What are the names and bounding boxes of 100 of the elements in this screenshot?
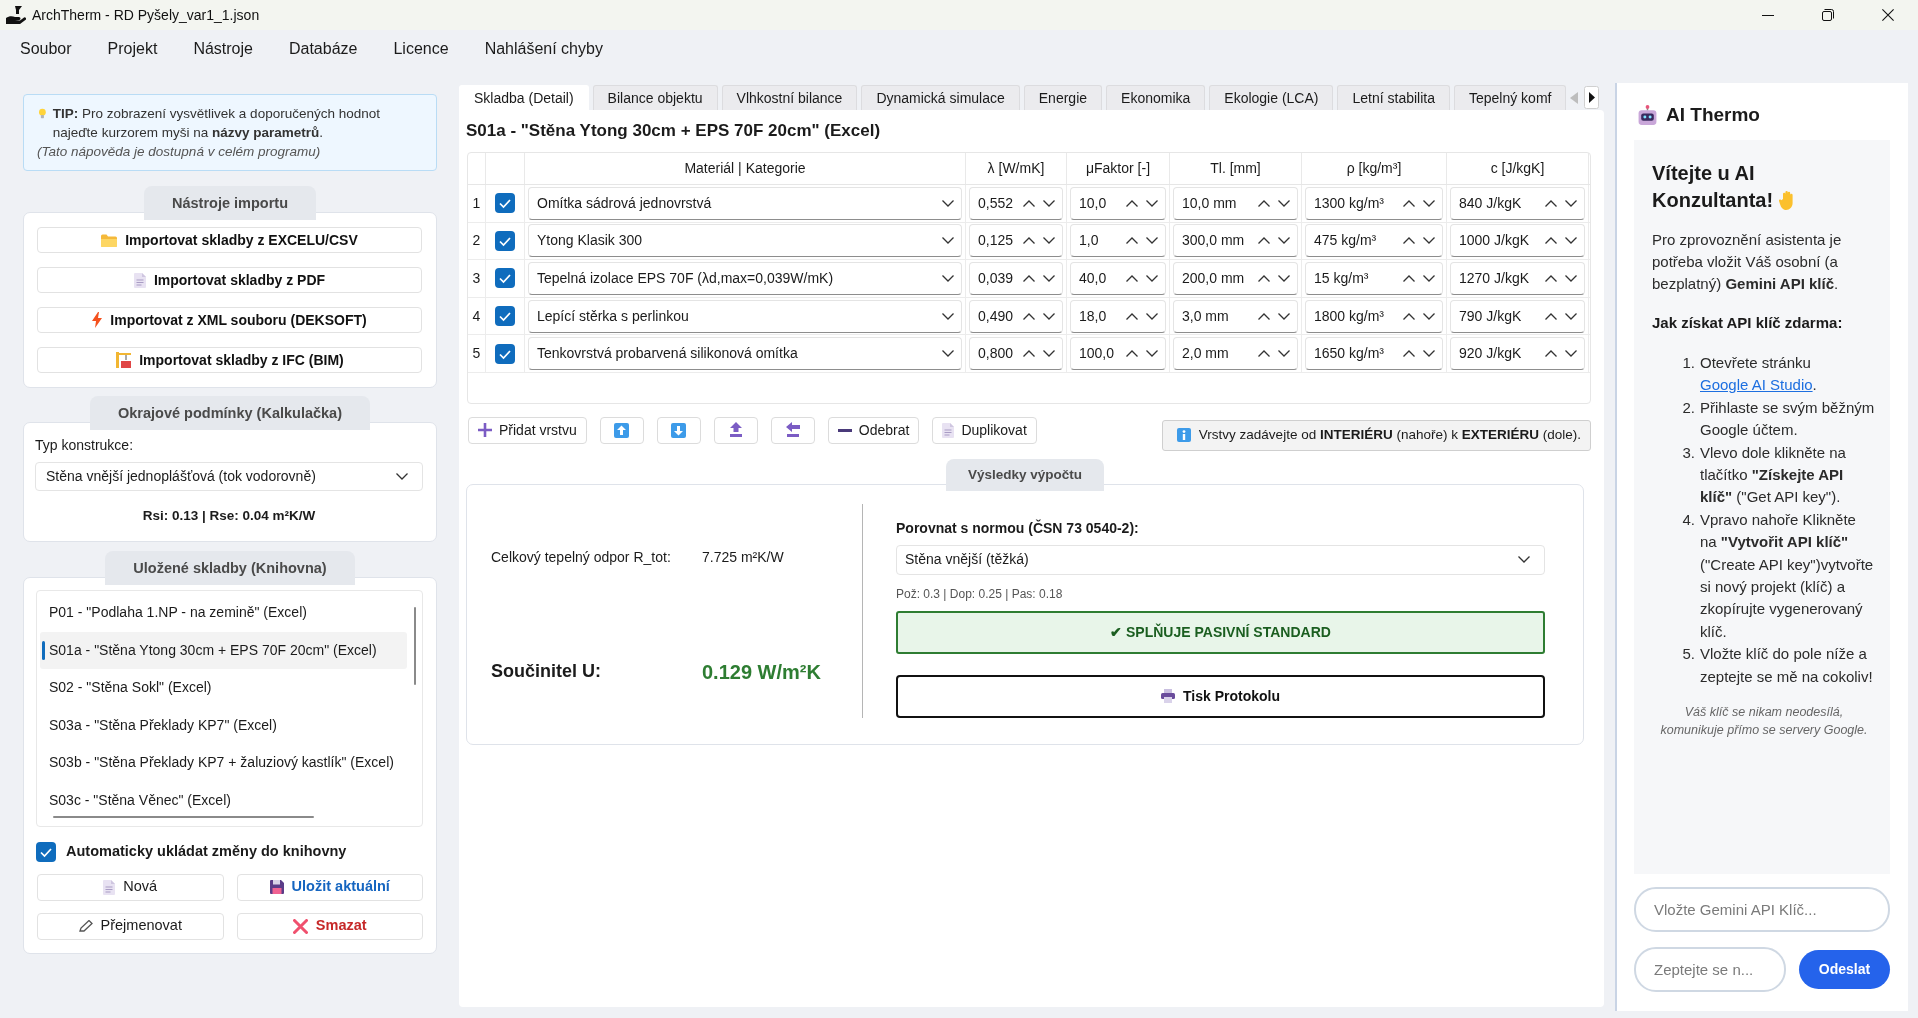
list-item[interactable]: P01 - "Podlaha 1.NP - na zemině" (Excel) [40, 594, 407, 632]
checkbox[interactable] [495, 230, 515, 251]
chevron-down-icon[interactable] [1043, 350, 1055, 358]
api-key-field[interactable]: Vložte Gemini API Klíč... [1634, 887, 1890, 932]
remove-button[interactable]: Odebrat [827, 416, 920, 444]
list-item[interactable]: S03a - "Stěna Překlady KP7" (Excel) [40, 706, 407, 744]
spin-field[interactable]: 0,800 [969, 337, 1063, 371]
material-dropdown[interactable]: Omítka sádrová jednovrstvá [528, 186, 962, 220]
spin-field[interactable]: 840 J/kgK [1450, 186, 1585, 220]
checkbox[interactable] [495, 343, 515, 364]
chevron-down-icon[interactable] [1146, 312, 1158, 320]
list-item[interactable]: S03b - "Stěna Překlady KP7 + žaluziový kastlík" (Excel) [40, 744, 407, 782]
list-item[interactable]: S03c - "Stěna Věnec" (Excel) [40, 781, 407, 819]
chevron-up-icon[interactable] [1023, 312, 1035, 320]
chevron-down-icon[interactable] [1565, 350, 1577, 358]
chevron-down-icon[interactable] [1278, 237, 1290, 245]
chevron-up-icon[interactable] [1545, 199, 1557, 207]
menu-item[interactable]: Databáze [270, 30, 376, 68]
import-button[interactable]: Importovat skladby z PDF [37, 267, 422, 293]
move-top-button[interactable] [713, 416, 758, 444]
link[interactable]: Google AI Studio [1700, 376, 1813, 394]
chevron-down-icon[interactable] [1146, 275, 1158, 282]
chevron-down-icon[interactable] [1565, 199, 1577, 207]
checkbox[interactable] [36, 841, 56, 862]
move-end-button[interactable] [770, 416, 815, 444]
chevron-up-icon[interactable] [1023, 350, 1035, 358]
spin-field[interactable]: 1300 kg/m³ [1305, 186, 1443, 220]
duplicate-button[interactable]: Duplikovat [932, 416, 1037, 444]
question-field[interactable]: Zeptejte se n... [1634, 947, 1786, 992]
chevron-up-icon[interactable] [1258, 312, 1270, 320]
add-layer-button[interactable]: Přidat vrstvu [468, 416, 587, 444]
save-button[interactable]: Uložit aktuální [236, 873, 423, 901]
checkbox[interactable] [495, 193, 515, 214]
chevron-down-icon[interactable] [1565, 312, 1577, 320]
delete-button[interactable]: Smazat [236, 912, 423, 940]
spin-field[interactable]: 0,125 [969, 224, 1063, 258]
menu-item[interactable]: Projekt [89, 30, 176, 68]
tab[interactable]: Bilance objektu [592, 85, 718, 110]
material-dropdown[interactable]: Ytong Klasik 300 [528, 224, 962, 258]
scrollbar[interactable] [53, 816, 314, 818]
menu-item[interactable]: Nahlášení chyby [466, 30, 621, 68]
send-button[interactable]: Odeslat [1799, 950, 1890, 989]
construction-select[interactable]: Stěna vnější jednoplášťová (tok vodorovně) [35, 462, 423, 491]
chevron-down-icon[interactable] [1423, 237, 1435, 245]
restore-icon[interactable] [1822, 9, 1834, 21]
tab[interactable]: Dynamická simulace [861, 85, 1020, 110]
material-dropdown[interactable]: Tenkovrstvá probarvená silikonová omítka [528, 337, 962, 371]
spin-field[interactable]: 1000 J/kgK [1450, 224, 1585, 258]
spin-field[interactable]: 920 J/kgK [1450, 337, 1585, 371]
spin-field[interactable]: 0,490 [969, 299, 1063, 333]
list-item[interactable]: S01a - "Stěna Ytong 30cm + EPS 70F 20cm" (Excel) [40, 631, 407, 669]
chevron-up-icon[interactable] [1403, 275, 1415, 282]
tab[interactable]: Letní stabilita [1337, 85, 1450, 110]
import-button[interactable]: Importovat skladby z IFC (BIM) [37, 347, 422, 373]
chevron-up-icon[interactable] [1023, 275, 1035, 282]
chevron-down-icon[interactable] [1278, 275, 1290, 282]
chevron-up-icon[interactable] [1258, 275, 1270, 282]
chevron-up-icon[interactable] [1403, 350, 1415, 358]
spin-field[interactable]: 100,0 [1070, 337, 1166, 371]
import-button[interactable]: Importovat skladby z EXCELU/CSV [37, 227, 422, 253]
chevron-up-icon[interactable] [1545, 275, 1557, 282]
chevron-down-icon[interactable] [1423, 275, 1435, 282]
chevron-down-icon[interactable] [1423, 350, 1435, 358]
list-item[interactable]: S02 - "Stěna Sokl" (Excel) [40, 669, 407, 707]
spin-field[interactable]: 1270 J/kgK [1450, 262, 1585, 295]
tab[interactable]: Energie [1023, 85, 1103, 110]
chevron-down-icon[interactable] [1146, 237, 1158, 245]
new-button[interactable]: Nová [37, 873, 224, 901]
tab[interactable]: Skladba (Detail) [459, 85, 589, 110]
spin-field[interactable]: 475 kg/m³ [1305, 224, 1443, 258]
norm-select[interactable]: Stěna vnější (těžká) [896, 544, 1545, 575]
chevron-down-icon[interactable] [1423, 312, 1435, 320]
menu-item[interactable]: Soubor [2, 30, 90, 68]
spin-field[interactable]: 10,0 [1070, 186, 1166, 220]
triangle-right-icon[interactable] [1584, 86, 1600, 109]
move-up-button[interactable] [599, 416, 644, 444]
spin-field[interactable]: 1650 kg/m³ [1305, 337, 1443, 371]
checkbox[interactable] [495, 306, 515, 327]
rename-button[interactable]: Přejmenovat [37, 912, 224, 940]
import-button[interactable]: Importovat z XML souboru (DEKSOFT) [37, 307, 422, 333]
chevron-down-icon[interactable] [1423, 199, 1435, 207]
chevron-up-icon[interactable] [1545, 350, 1557, 358]
material-dropdown[interactable]: Tepelná izolace EPS 70F (λd,max=0,039W/mK) [528, 262, 962, 295]
spin-field[interactable]: 790 J/kgK [1450, 299, 1585, 333]
spin-field[interactable]: 1800 kg/m³ [1305, 299, 1443, 333]
chevron-down-icon[interactable] [1565, 275, 1577, 282]
menu-item[interactable]: Licence [375, 30, 467, 68]
spin-field[interactable]: 2,0 mm [1173, 337, 1298, 371]
chevron-up-icon[interactable] [1023, 199, 1035, 207]
tab[interactable]: Tepelný komf [1453, 85, 1567, 110]
spin-field[interactable]: 18,0 [1070, 299, 1166, 333]
tab[interactable]: Ekonomika [1106, 85, 1206, 110]
chevron-up-icon[interactable] [1403, 199, 1415, 207]
chevron-up-icon[interactable] [1258, 350, 1270, 358]
move-down-button[interactable] [656, 416, 701, 444]
chevron-up-icon[interactable] [1258, 237, 1270, 245]
chevron-down-icon[interactable] [1146, 350, 1158, 358]
spin-field[interactable]: 200,0 mm [1173, 262, 1298, 295]
close-icon[interactable] [1882, 9, 1894, 21]
spin-field[interactable]: 3,0 mm [1173, 299, 1298, 333]
